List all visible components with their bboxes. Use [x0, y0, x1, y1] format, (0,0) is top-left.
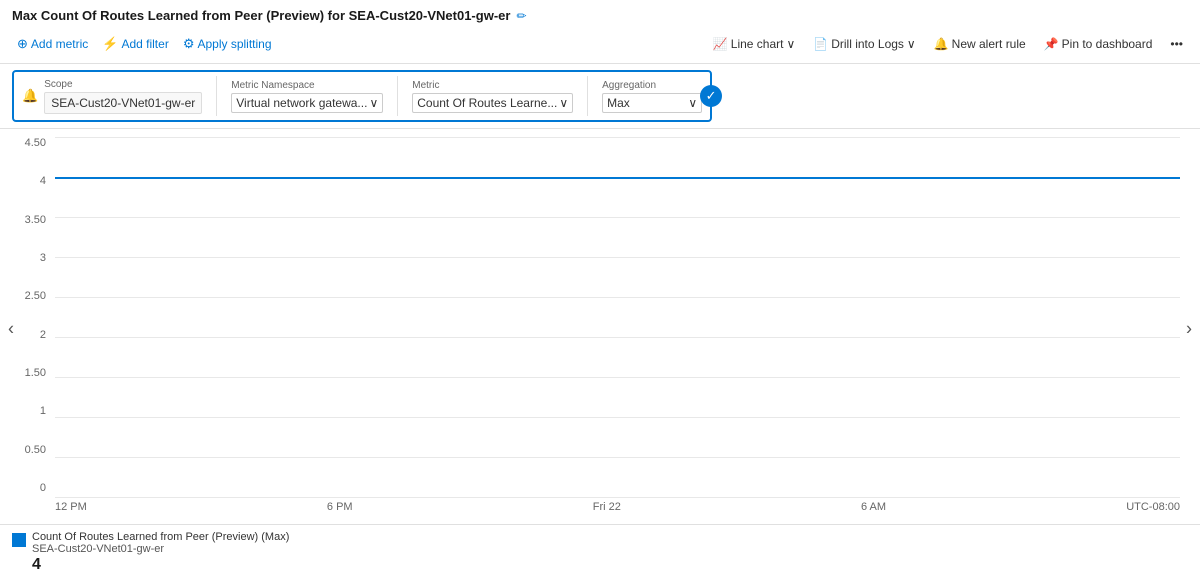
line-chart-dropdown-icon: ∨ [786, 37, 795, 51]
filter-group: Scope SEA-Cust20-VNet01-gw-er Metric Nam… [44, 76, 702, 116]
x-label-fri22: Fri 22 [593, 501, 621, 513]
toolbar-right: 📈 Line chart ∨ 📄 Drill into Logs ∨ 🔔 New… [708, 34, 1188, 54]
drill-logs-label: Drill into Logs [831, 37, 904, 51]
metric-value: Count Of Routes Learne... [417, 96, 557, 110]
aggregation-dropdown-icon: ∨ [688, 96, 697, 110]
grid-line-2 [55, 217, 1180, 218]
filter-row: 🔔 Scope SEA-Cust20-VNet01-gw-er Metric N… [0, 64, 1200, 129]
namespace-select[interactable]: Virtual network gatewa... ∨ [231, 93, 383, 113]
title-row: Max Count Of Routes Learned from Peer (P… [12, 8, 1188, 23]
header: Max Count Of Routes Learned from Peer (P… [0, 0, 1200, 64]
line-chart-label: Line chart [731, 37, 784, 51]
x-label-12pm: 12 PM [55, 501, 87, 513]
legend-color-swatch [12, 533, 26, 547]
scope-label: Scope [44, 79, 202, 90]
add-metric-label: Add metric [31, 37, 88, 51]
filter-separator-1 [216, 76, 217, 116]
filter-separator-3 [587, 76, 588, 116]
metric-dropdown-icon: ∨ [559, 96, 568, 110]
filter-bell-icon: 🔔 [22, 88, 38, 104]
y-label-0: 0 [40, 482, 46, 494]
grid-line-5 [55, 337, 1180, 338]
namespace-dropdown-icon: ∨ [369, 96, 378, 110]
drill-logs-icon: 📄 [813, 37, 828, 51]
page-title: Max Count Of Routes Learned from Peer (P… [12, 8, 510, 23]
y-label-250: 2.50 [25, 290, 46, 302]
edit-icon[interactable]: ✏ [516, 9, 526, 23]
pin-icon: 📌 [1044, 37, 1059, 51]
chart-grid [55, 137, 1180, 497]
add-filter-button[interactable]: ⚡ Add filter [97, 33, 174, 55]
grid-line-3 [55, 257, 1180, 258]
more-options-button[interactable]: ••• [1165, 34, 1188, 54]
scope-value[interactable]: SEA-Cust20-VNet01-gw-er [44, 92, 202, 114]
aggregation-select[interactable]: Max ∨ [602, 93, 702, 113]
alert-rule-label: New alert rule [952, 37, 1026, 51]
y-label-350: 3.50 [25, 214, 46, 226]
y-label-050: 0.50 [25, 444, 46, 456]
y-label-1: 1 [40, 405, 46, 417]
apply-splitting-label: Apply splitting [197, 37, 271, 51]
namespace-value: Virtual network gatewa... [236, 96, 367, 110]
aggregation-filter: Aggregation Max ∨ [602, 80, 702, 113]
y-label-4: 4 [40, 175, 46, 187]
grid-line-8 [55, 457, 1180, 458]
filter-separator-2 [397, 76, 398, 116]
toolbar: ⊕ Add metric ⚡ Add filter ⚙ Apply splitt… [12, 29, 1188, 59]
pin-label: Pin to dashboard [1062, 37, 1153, 51]
drill-logs-dropdown-icon: ∨ [907, 37, 916, 51]
x-axis: 12 PM 6 PM Fri 22 6 AM UTC-08:00 [55, 497, 1180, 513]
add-metric-button[interactable]: ⊕ Add metric [12, 33, 93, 55]
apply-splitting-button[interactable]: ⚙ Apply splitting [178, 33, 277, 55]
grid-line-6 [55, 377, 1180, 378]
aggregation-label: Aggregation [602, 80, 702, 91]
main-wrapper: ‹ › 4.50 4 3.50 3 2.50 2 1.50 1 0.50 0 [0, 129, 1200, 524]
line-chart-button[interactable]: 📈 Line chart ∨ [708, 34, 800, 54]
scope-filter: Scope SEA-Cust20-VNet01-gw-er [44, 79, 202, 114]
timezone-label: UTC-08:00 [1126, 501, 1180, 513]
aggregation-value: Max [607, 96, 686, 110]
y-label-3: 3 [40, 252, 46, 264]
toolbar-left: ⊕ Add metric ⚡ Add filter ⚙ Apply splitt… [12, 33, 277, 55]
add-metric-icon: ⊕ [17, 36, 28, 52]
pin-to-dashboard-button[interactable]: 📌 Pin to dashboard [1039, 34, 1158, 54]
grid-line-9 [55, 497, 1180, 498]
nav-right-button[interactable]: › [1182, 315, 1196, 344]
add-filter-label: Add filter [121, 37, 168, 51]
metric-select[interactable]: Count Of Routes Learne... ∨ [412, 93, 573, 113]
y-label-2: 2 [40, 329, 46, 341]
line-chart-icon: 📈 [713, 37, 728, 51]
more-options-icon: ••• [1170, 37, 1183, 51]
grid-line-7 [55, 417, 1180, 418]
x-label-6pm: 6 PM [327, 501, 353, 513]
apply-splitting-icon: ⚙ [183, 36, 195, 52]
grid-line-0 [55, 137, 1180, 138]
legend: Count Of Routes Learned from Peer (Previ… [0, 524, 1200, 580]
namespace-filter: Metric Namespace Virtual network gatewa.… [231, 80, 383, 113]
new-alert-rule-button[interactable]: 🔔 New alert rule [929, 34, 1031, 54]
drill-into-logs-button[interactable]: 📄 Drill into Logs ∨ [808, 34, 920, 54]
add-filter-icon: ⚡ [102, 36, 118, 52]
x-label-6am: 6 AM [861, 501, 886, 513]
legend-text: Count Of Routes Learned from Peer (Previ… [32, 531, 289, 574]
alert-rule-icon: 🔔 [934, 37, 949, 51]
grid-line-4 [55, 297, 1180, 298]
chart-data-line [55, 177, 1180, 179]
y-label-450: 4.50 [25, 137, 46, 149]
legend-value: 4 [32, 556, 289, 574]
y-label-150: 1.50 [25, 367, 46, 379]
nav-left-button[interactable]: ‹ [4, 315, 18, 344]
filter-container: 🔔 Scope SEA-Cust20-VNet01-gw-er Metric N… [12, 70, 712, 122]
legend-subtitle: SEA-Cust20-VNet01-gw-er [32, 543, 289, 555]
chart-area: 4.50 4 3.50 3 2.50 2 1.50 1 0.50 0 [0, 129, 1200, 524]
metric-label: Metric [412, 80, 573, 91]
legend-title: Count Of Routes Learned from Peer (Previ… [32, 531, 289, 543]
confirm-button[interactable]: ✓ [700, 85, 722, 107]
namespace-label: Metric Namespace [231, 80, 383, 91]
metric-filter: Metric Count Of Routes Learne... ∨ [412, 80, 573, 113]
